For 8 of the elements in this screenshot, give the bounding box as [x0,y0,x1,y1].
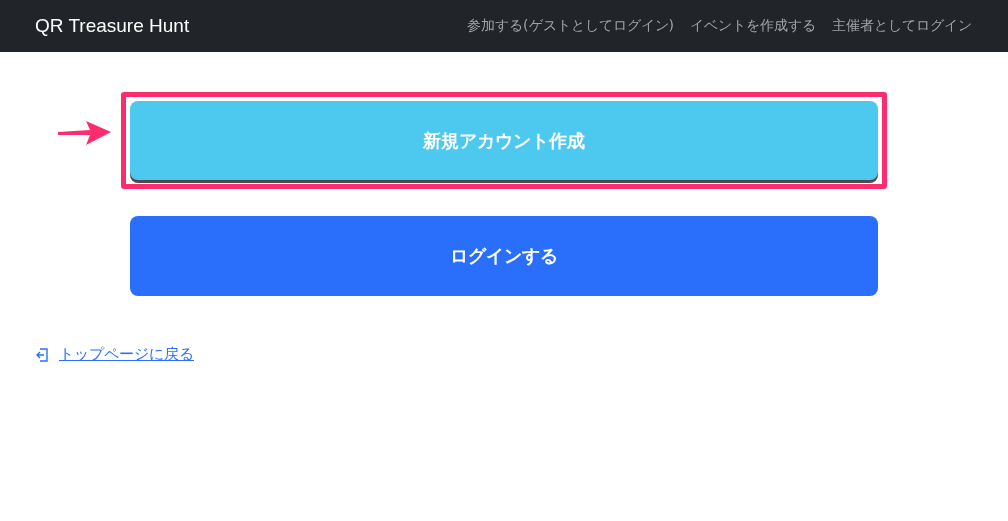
action-button[interactable]: ログインする [130,216,878,296]
nav-link[interactable]: イベントを作成する [690,17,816,35]
nav-link[interactable]: 参加する(ゲストとしてログイン) [467,17,674,35]
exit-icon [35,347,49,362]
brand-link[interactable]: QR Treasure Hunt [35,15,190,37]
back-link[interactable]: トップページに戻る [59,345,194,364]
nav-link[interactable]: 主催者としてログイン [832,17,972,35]
pointer-arrow-icon [56,119,112,147]
